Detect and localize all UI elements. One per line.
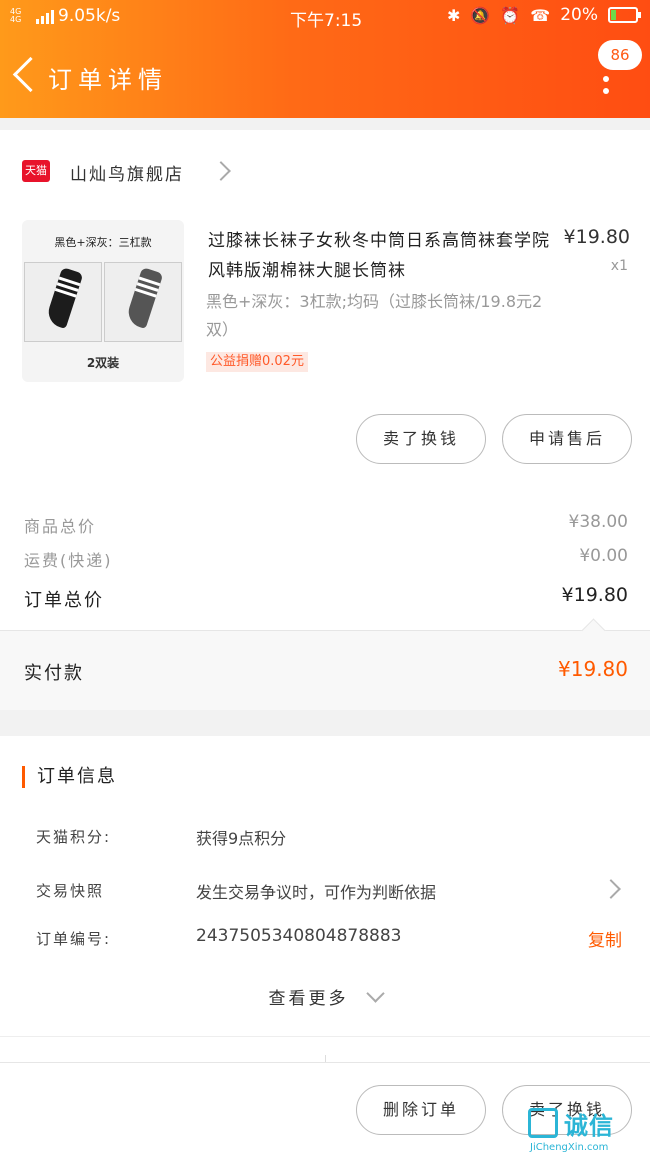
watermark-logo (528, 1108, 558, 1138)
app-header: 4G 4G 9.05k/s 下午7:15 ✱ 🔕 ⏰ ☎ 20% 订单详情 86 (0, 0, 650, 118)
status-right: ✱ 🔕 ⏰ ☎ 20% (447, 5, 641, 25)
tab-strip (0, 1036, 650, 1063)
shipping-value: ¥0.00 (579, 546, 628, 566)
charity-promo-tag: 公益捐赠0.02元 (206, 352, 308, 372)
order-info-title: 订单信息 (22, 766, 117, 788)
back-button[interactable] (10, 56, 40, 96)
status-left: 4G 4G 9.05k/s (10, 6, 120, 26)
shop-name: 山灿鸟旗舰店 (70, 165, 184, 185)
grey-sock-image (104, 262, 182, 342)
status-time: 下午7:15 (290, 11, 363, 31)
image-count-label: 2双装 (86, 356, 120, 370)
watermark-url: JiChengXin.com (530, 1142, 609, 1153)
tmall-points-value: 获得9点积分 (196, 829, 287, 848)
black-sock-image (24, 262, 102, 342)
network-type: 4G 4G (10, 7, 22, 24)
order-card: 天猫 山灿鸟旗舰店 黑色+深灰：三杠款 2双装 过膝袜长袜子女秋冬中筒日系高筒袜… (0, 130, 650, 710)
more-icon (603, 76, 609, 82)
image-caption: 黑色+深灰：三杠款 (54, 236, 152, 249)
battery-percent: 20% (560, 5, 598, 25)
paid-label: 实付款 (24, 663, 84, 684)
watermark-text: 诚信 (564, 1112, 614, 1140)
order-total-label: 订单总价 (24, 590, 104, 611)
network-speed: 9.05k/s (58, 6, 121, 26)
product-image[interactable]: 黑色+深灰：三杠款 2双装 (22, 220, 184, 382)
sell-for-cash-button[interactable]: 卖了换钱 (356, 414, 486, 464)
chevron-down-icon (365, 984, 385, 1003)
hd-call-icon: ☎ (530, 5, 551, 25)
trade-snapshot-value[interactable]: 发生交易争议时，可作为判断依据 (196, 879, 436, 903)
copy-button[interactable]: 复制 (588, 926, 622, 951)
more-button[interactable]: 86 (596, 38, 644, 98)
shipping-label: 运费(快递) (24, 551, 113, 570)
order-info-card: 订单信息 天猫积分: 获得9点积分 交易快照 发生交易争议时，可作为判断依据 订… (0, 736, 650, 1036)
battery-fill (611, 10, 616, 20)
signal-icon (36, 8, 54, 24)
mute-bell-icon: 🔕 (470, 5, 491, 25)
product-title[interactable]: 过膝袜长袜子女秋冬中筒日系高筒袜套学院风韩版潮棉袜大腿长筒袜 (208, 226, 560, 286)
message-count-badge: 86 (598, 40, 642, 70)
chevron-right-icon (211, 161, 231, 181)
view-more-label: 查看更多 (268, 989, 349, 1009)
alarm-icon: ⏰ (500, 5, 521, 25)
watermark: 诚信 JiChengXin.com (528, 1102, 650, 1155)
battery-icon (608, 7, 641, 23)
paid-amount-box: 实付款 ¥19.80 (0, 630, 650, 710)
order-total-value: ¥19.80 (561, 584, 628, 606)
bluetooth-icon: ✱ (447, 5, 461, 25)
product-spec: 黑色+深灰：3杠款;均码（过膝长筒袜/19.8元2双） (206, 292, 543, 339)
product-quantity: x1 (610, 258, 628, 274)
page-title: 订单详情 (48, 66, 168, 94)
product-price: ¥19.80 (563, 226, 630, 248)
apply-after-sales-button[interactable]: 申请售后 (502, 414, 632, 464)
goods-total-label: 商品总价 (24, 517, 97, 536)
goods-total-value: ¥38.00 (568, 512, 628, 532)
tmall-logo: 天猫 (22, 160, 50, 182)
paid-value: ¥19.80 (558, 657, 628, 681)
shop-row[interactable]: 天猫 山灿鸟旗舰店 (0, 150, 650, 194)
chevron-right-icon[interactable] (601, 879, 621, 899)
status-bar: 4G 4G 9.05k/s 下午7:15 ✱ 🔕 ⏰ ☎ 20% (0, 0, 650, 34)
tmall-points-label: 天猫积分: (36, 828, 112, 846)
delete-order-button[interactable]: 删除订单 (356, 1085, 486, 1135)
view-more-button[interactable]: 查看更多 (0, 984, 650, 1009)
trade-snapshot-label[interactable]: 交易快照 (36, 880, 104, 901)
order-number-value: 2437505340804878883 (196, 926, 402, 946)
order-number-label: 订单编号: (36, 930, 112, 948)
